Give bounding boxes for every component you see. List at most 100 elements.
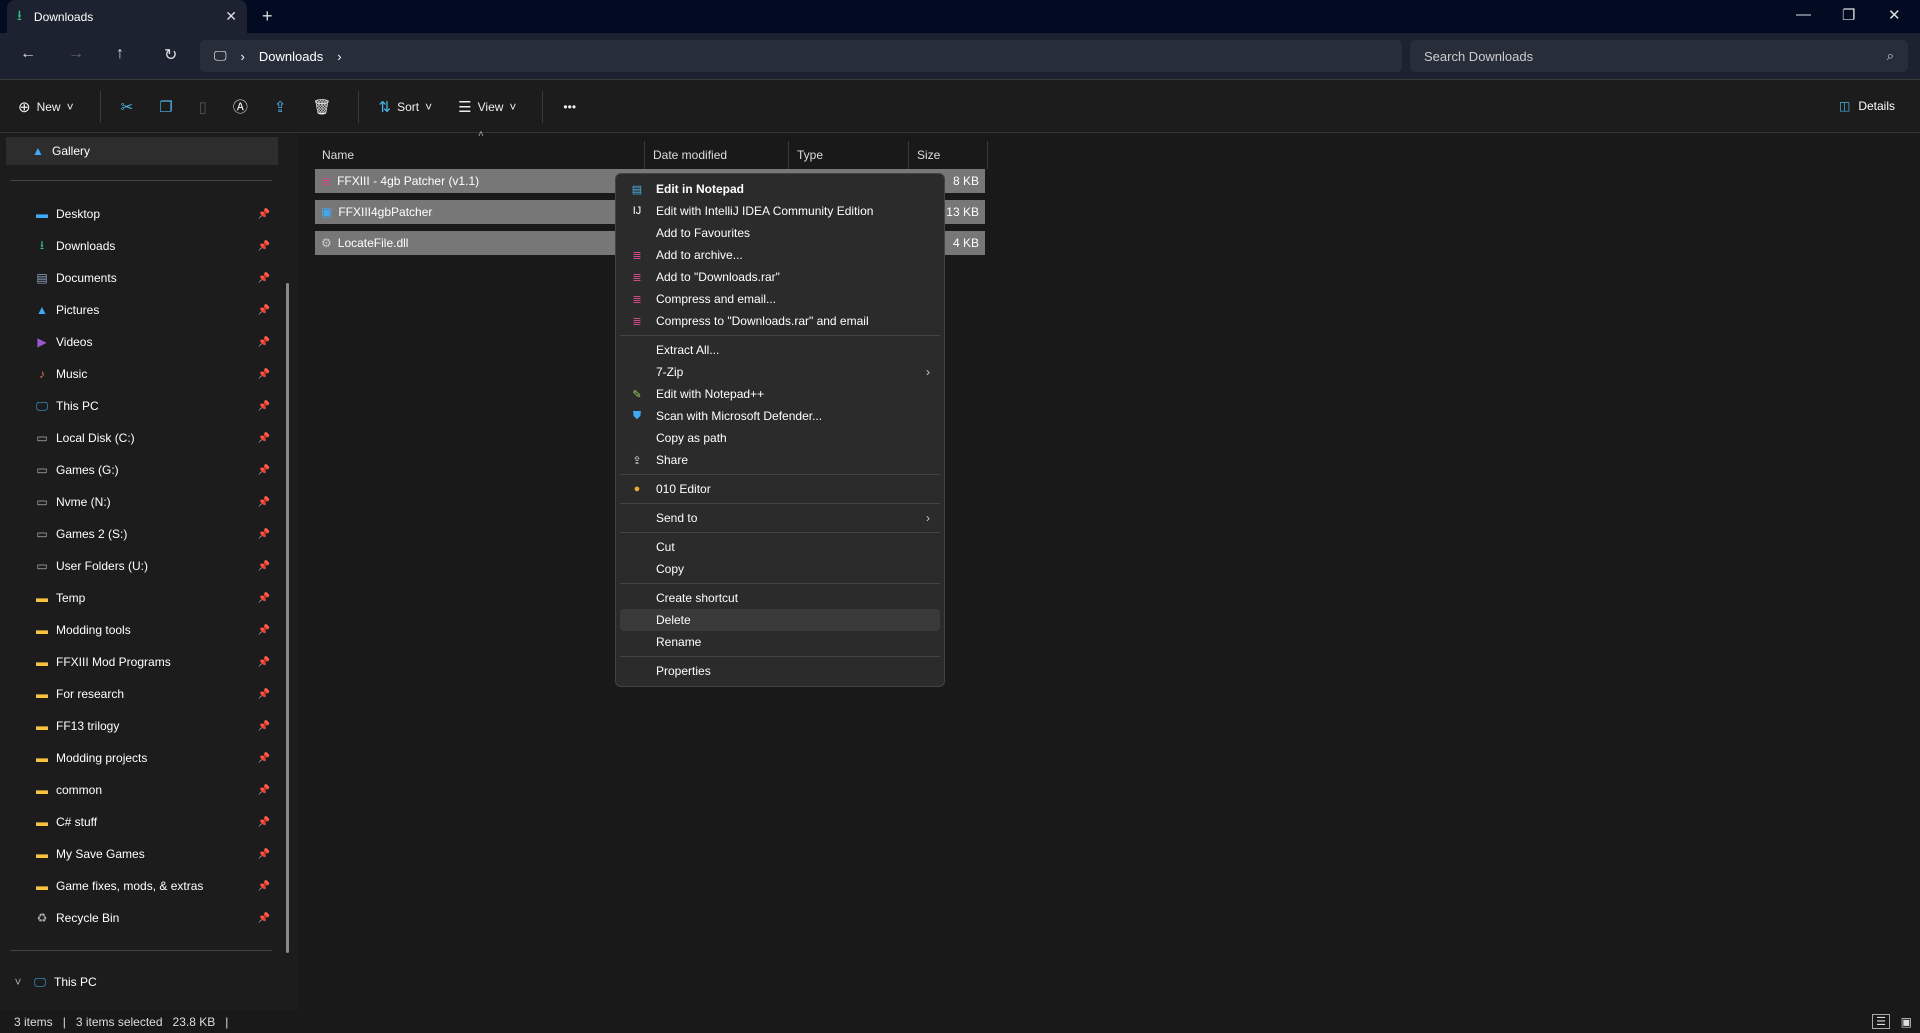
chevron-right-icon[interactable]: › — [337, 49, 341, 64]
sidebar-item-this-pc[interactable]: 🖵 This PC 📌 — [10, 392, 278, 420]
chevron-right-icon[interactable]: › — [241, 49, 245, 64]
pin-icon[interactable]: 📌 — [258, 657, 270, 668]
pin-icon[interactable]: 📌 — [258, 529, 270, 540]
copy-button[interactable]: ❐ — [159, 98, 172, 116]
new-button[interactable]: ⊕ New ˅ — [18, 98, 74, 116]
menu-item-add-to-favourites[interactable]: Add to Favourites — [620, 222, 940, 244]
sidebar-item-game-fixes-mods-extras[interactable]: ▬ Game fixes, mods, & extras 📌 — [10, 872, 278, 900]
details-view-button[interactable]: ☰ — [1872, 1014, 1890, 1029]
sidebar-item-modding-tools[interactable]: ▬ Modding tools 📌 — [10, 616, 278, 644]
tab-close-icon[interactable]: ✕ — [225, 8, 237, 25]
up-button[interactable]: ↑ — [116, 45, 124, 63]
menu-item-compress-to-downloads-rar-and-email[interactable]: ≣ Compress to "Downloads.rar" and email — [620, 310, 940, 332]
pin-icon[interactable]: 📌 — [258, 337, 270, 348]
column-header-type[interactable]: Type — [788, 141, 908, 169]
sidebar-item-modding-projects[interactable]: ▬ Modding projects 📌 — [10, 744, 278, 772]
menu-item-share[interactable]: ⇪ Share — [620, 449, 940, 471]
chevron-down-icon[interactable]: ˅ — [10, 975, 26, 989]
column-header-date-modified[interactable]: Date modified — [644, 141, 788, 169]
tiles-view-button[interactable]: ▣ — [1901, 1015, 1912, 1029]
sidebar-item-local-disk-c-[interactable]: ▭ Local Disk (C:) 📌 — [10, 424, 278, 452]
sidebar-item-games-g-[interactable]: ▭ Games (G:) 📌 — [10, 456, 278, 484]
refresh-button[interactable]: ↻ — [164, 45, 177, 65]
sidebar-item-documents[interactable]: ▤ Documents 📌 — [10, 264, 278, 292]
close-window-button[interactable]: ✕ — [1888, 6, 1901, 24]
pin-icon[interactable]: 📌 — [258, 273, 270, 284]
rename-button[interactable]: Ⓐ — [233, 96, 248, 117]
sidebar-item-games-2-s-[interactable]: ▭ Games 2 (S:) 📌 — [10, 520, 278, 548]
more-button[interactable]: ••• — [563, 100, 576, 114]
back-button[interactable]: ← — [20, 45, 36, 63]
sidebar-item-downloads[interactable]: ⭳ Downloads 📌 — [10, 232, 278, 260]
menu-item-extract-all[interactable]: Extract All... — [620, 339, 940, 361]
menu-item-edit-with-intellij-idea-community-edition[interactable]: IJ Edit with IntelliJ IDEA Community Edit… — [620, 200, 940, 222]
details-button[interactable]: ◫ Details — [1839, 99, 1895, 113]
pin-icon[interactable]: 📌 — [258, 689, 270, 700]
menu-item-edit-in-notepad[interactable]: ▤ Edit in Notepad — [620, 178, 940, 200]
menu-item-7-zip[interactable]: 7-Zip › — [620, 361, 940, 383]
menu-item-copy[interactable]: Copy — [620, 558, 940, 580]
pin-icon[interactable]: 📌 — [258, 625, 270, 636]
share-button[interactable]: ⇪ — [274, 98, 287, 116]
menu-item-010-editor[interactable]: ● 010 Editor — [620, 478, 940, 500]
sidebar-item-common[interactable]: ▬ common 📌 — [10, 776, 278, 804]
menu-item-compress-and-email[interactable]: ≣ Compress and email... — [620, 288, 940, 310]
pin-icon[interactable]: 📌 — [258, 785, 270, 796]
pin-icon[interactable]: 📌 — [258, 721, 270, 732]
sidebar-scrollbar[interactable] — [286, 283, 289, 953]
menu-item-cut[interactable]: Cut — [620, 536, 940, 558]
pin-icon[interactable]: 📌 — [258, 241, 270, 252]
sidebar-item-this-pc-tree[interactable]: ˅ 🖵 This PC — [10, 968, 278, 996]
pin-icon[interactable]: 📌 — [258, 401, 270, 412]
menu-item-delete[interactable]: Delete — [620, 609, 940, 631]
search-input[interactable]: Search Downloads ⌕ — [1410, 40, 1908, 72]
menu-item-rename[interactable]: Rename — [620, 631, 940, 653]
delete-button[interactable]: 🗑 — [313, 98, 332, 116]
sidebar-item-nvme-n-[interactable]: ▭ Nvme (N:) 📌 — [10, 488, 278, 516]
view-button[interactable]: ☰ View ˅ — [458, 98, 516, 116]
sidebar-item-ffxiii-mod-programs[interactable]: ▬ FFXIII Mod Programs 📌 — [10, 648, 278, 676]
column-header-size[interactable]: Size — [908, 141, 988, 169]
pin-icon[interactable]: 📌 — [258, 849, 270, 860]
pin-icon[interactable]: 📌 — [258, 305, 270, 316]
menu-item-add-to-archive[interactable]: ≣ Add to archive... — [620, 244, 940, 266]
menu-item-copy-as-path[interactable]: Copy as path — [620, 427, 940, 449]
column-header-name[interactable]: Name — [314, 141, 644, 169]
sort-button[interactable]: ⇅ Sort ˅ — [379, 98, 433, 116]
pin-icon[interactable]: 📌 — [258, 369, 270, 380]
pin-icon[interactable]: 📌 — [258, 497, 270, 508]
address-bar[interactable]: 🖵 › Downloads › — [200, 40, 1402, 72]
pin-icon[interactable]: 📌 — [258, 433, 270, 444]
tab-downloads[interactable]: ⭳ Downloads ✕ — [7, 0, 247, 33]
sidebar-item-my-save-games[interactable]: ▬ My Save Games 📌 — [10, 840, 278, 868]
restore-button[interactable]: ❐ — [1842, 6, 1855, 24]
pin-icon[interactable]: 📌 — [258, 561, 270, 572]
menu-item-edit-with-notepad[interactable]: ✎ Edit with Notepad++ — [620, 383, 940, 405]
sidebar-item-gallery[interactable]: ▲ Gallery — [6, 137, 278, 165]
menu-item-add-to-downloads-rar[interactable]: ≣ Add to "Downloads.rar" — [620, 266, 940, 288]
sidebar-item-desktop[interactable]: ▬ Desktop 📌 — [10, 200, 278, 228]
cut-button[interactable]: ✂ — [121, 98, 134, 116]
pin-icon[interactable]: 📌 — [258, 753, 270, 764]
sidebar-item-videos[interactable]: ▶ Videos 📌 — [10, 328, 278, 356]
sidebar-item-pictures[interactable]: ▲ Pictures 📌 — [10, 296, 278, 324]
sidebar-item-for-research[interactable]: ▬ For research 📌 — [10, 680, 278, 708]
pin-icon[interactable]: 📌 — [258, 209, 270, 220]
forward-button[interactable]: → — [68, 45, 84, 63]
menu-item-create-shortcut[interactable]: Create shortcut — [620, 587, 940, 609]
sidebar-item-recycle-bin[interactable]: ♻ Recycle Bin 📌 — [10, 904, 278, 932]
sidebar-item-c-stuff[interactable]: ▬ C# stuff 📌 — [10, 808, 278, 836]
sidebar-item-temp[interactable]: ▬ Temp 📌 — [10, 584, 278, 612]
paste-button[interactable]: ▯ — [199, 98, 207, 116]
menu-item-scan-with-microsoft-defender[interactable]: ⛊ Scan with Microsoft Defender... — [620, 405, 940, 427]
minimize-button[interactable]: — — [1796, 6, 1811, 23]
pin-icon[interactable]: 📌 — [258, 817, 270, 828]
pin-icon[interactable]: 📌 — [258, 913, 270, 924]
sidebar-item-music[interactable]: ♪ Music 📌 — [10, 360, 278, 388]
menu-item-send-to[interactable]: Send to › — [620, 507, 940, 529]
pin-icon[interactable]: 📌 — [258, 465, 270, 476]
pin-icon[interactable]: 📌 — [258, 593, 270, 604]
new-tab-button[interactable]: + — [262, 6, 273, 27]
sidebar-item-user-folders-u-[interactable]: ▭ User Folders (U:) 📌 — [10, 552, 278, 580]
sidebar-item-ff13-trilogy[interactable]: ▬ FF13 trilogy 📌 — [10, 712, 278, 740]
